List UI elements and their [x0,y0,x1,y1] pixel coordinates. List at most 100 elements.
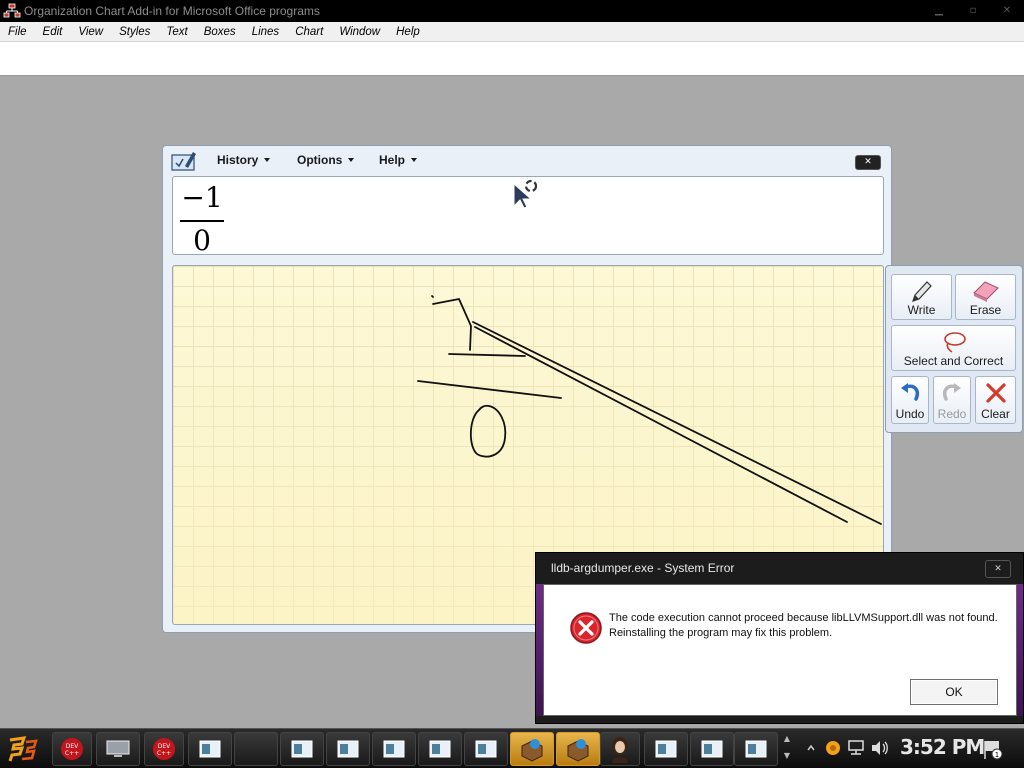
window-icon [291,740,313,758]
menu-view[interactable]: View [70,26,111,38]
menu-styles[interactable]: Styles [111,26,158,38]
fraction-numerator: −1 [181,181,223,214]
window-titlebar: Organization Chart Add-in for Microsoft … [0,0,1024,22]
taskbar: DEV C++ DEV C++ 1 [0,728,1024,768]
eraser-icon [972,281,999,302]
clear-label: Clear [981,407,1010,421]
dialog-frame-left [536,584,543,716]
taskbar-scroll-arrows[interactable]: ▲ ▼ [780,730,794,766]
system-error-dialog: lldb-argdumper.exe - System Error ✕ The … [535,552,1024,724]
history-menu[interactable]: History [217,153,271,167]
dialog-title: lldb-argdumper.exe - System Error [551,561,735,575]
dialog-frame-right [1016,584,1023,716]
start-button-icon[interactable] [6,734,40,764]
taskbar-devcpp-1[interactable]: DEV C++ [52,732,92,766]
system-clock[interactable]: 3:52 PM [900,735,985,759]
undo-icon [901,383,919,401]
write-label: Write [907,303,936,317]
close-button[interactable]: ✕ [990,0,1024,22]
window-icon [429,740,451,758]
ok-button[interactable]: OK [910,679,998,705]
redo-icon [943,383,961,401]
window-icon [745,740,767,758]
undo-label: Undo [895,407,925,421]
erase-label: Erase [969,303,1002,317]
select-and-correct-label: Select and Correct [903,354,1004,368]
volume-icon[interactable] [870,739,890,757]
taskbar-window-4[interactable] [326,732,370,766]
menu-file[interactable]: File [0,26,35,38]
dialog-close-button[interactable]: ✕ [985,560,1011,578]
taskbar-window-6[interactable] [418,732,462,766]
taskbar-window-monitor[interactable] [96,732,140,766]
chevron-down-icon [411,158,418,162]
monitor-icon [106,740,130,757]
undo-button[interactable]: Undo [891,376,929,424]
history-menu-label: History [217,153,259,167]
redo-button[interactable]: Redo [933,376,971,424]
error-icon [570,612,602,644]
menu-lines[interactable]: Lines [244,26,288,38]
taskbar-window-10[interactable] [734,732,778,766]
window-icon [383,740,405,758]
window-title: Organization Chart Add-in for Microsoft … [24,4,320,18]
taskbar-package-2[interactable] [556,732,600,766]
menu-text[interactable]: Text [158,26,195,38]
clear-button[interactable]: Clear [975,376,1016,424]
menu-window[interactable]: Window [331,26,388,38]
options-menu-label: Options [297,153,343,167]
help-menu-label: Help [379,153,406,167]
taskbar-devcpp-2[interactable]: DEV C++ [144,732,184,766]
fraction-bar [180,220,224,222]
write-button[interactable]: Write [891,274,952,320]
action-center-flag-icon[interactable]: 1 [982,737,1004,761]
taskbar-package-1[interactable] [510,732,554,766]
svg-text:DEV: DEV [158,743,171,750]
org-chart-app-icon [3,3,21,18]
maximize-button[interactable]: ▫ [956,0,990,22]
menu-edit[interactable]: Edit [35,26,71,38]
panel-close-button[interactable]: ✕ [855,155,881,170]
package-icon [521,739,543,762]
svg-text:C++: C++ [157,750,171,757]
taskbar-window-7[interactable] [464,732,508,766]
window-icon [655,740,677,758]
package-icon [567,739,589,762]
menu-chart[interactable]: Chart [287,26,331,38]
taskbar-window-3[interactable] [280,732,324,766]
lasso-icon [943,332,966,353]
menubar: File Edit View Styles Text Boxes Lines C… [0,22,1024,42]
window-icon [701,740,723,758]
help-menu[interactable]: Help [379,153,418,167]
window-icon [199,740,221,758]
devcpp-icon: DEV C++ [153,738,175,760]
svg-text:1: 1 [995,751,999,759]
portrait-icon [612,737,628,763]
taskbar-window-2[interactable] [234,732,278,766]
window-icon [475,740,497,758]
devcpp-icon: DEV C++ [61,738,83,760]
options-menu[interactable]: Options [297,153,355,167]
taskbar-portrait-app[interactable] [600,732,640,766]
dialog-message: The code execution cannot proceed becaus… [609,612,998,639]
menu-help[interactable]: Help [388,26,428,38]
tray-expand-chevron-icon[interactable] [806,741,816,755]
busy-cursor-icon [513,179,538,209]
toolbar-area [0,42,1024,76]
window-icon [337,740,359,758]
tray-app-icon[interactable] [824,739,842,757]
taskbar-window-8[interactable] [644,732,688,766]
svg-text:DEV: DEV [66,743,79,750]
taskbar-window-1[interactable] [188,732,232,766]
window-controls: ▁ ▫ ✕ [922,0,1024,22]
math-input-panel-icon [171,152,196,171]
tools-palette: Write Erase Select and Correct Undo Redo [885,265,1023,433]
taskbar-window-9[interactable] [690,732,734,766]
menu-boxes[interactable]: Boxes [196,26,244,38]
network-icon[interactable] [846,739,866,757]
select-and-correct-button[interactable]: Select and Correct [891,325,1016,371]
taskbar-window-5[interactable] [372,732,416,766]
svg-text:C++: C++ [65,750,79,757]
erase-button[interactable]: Erase [955,274,1016,320]
minimize-button[interactable]: ▁ [922,0,956,22]
